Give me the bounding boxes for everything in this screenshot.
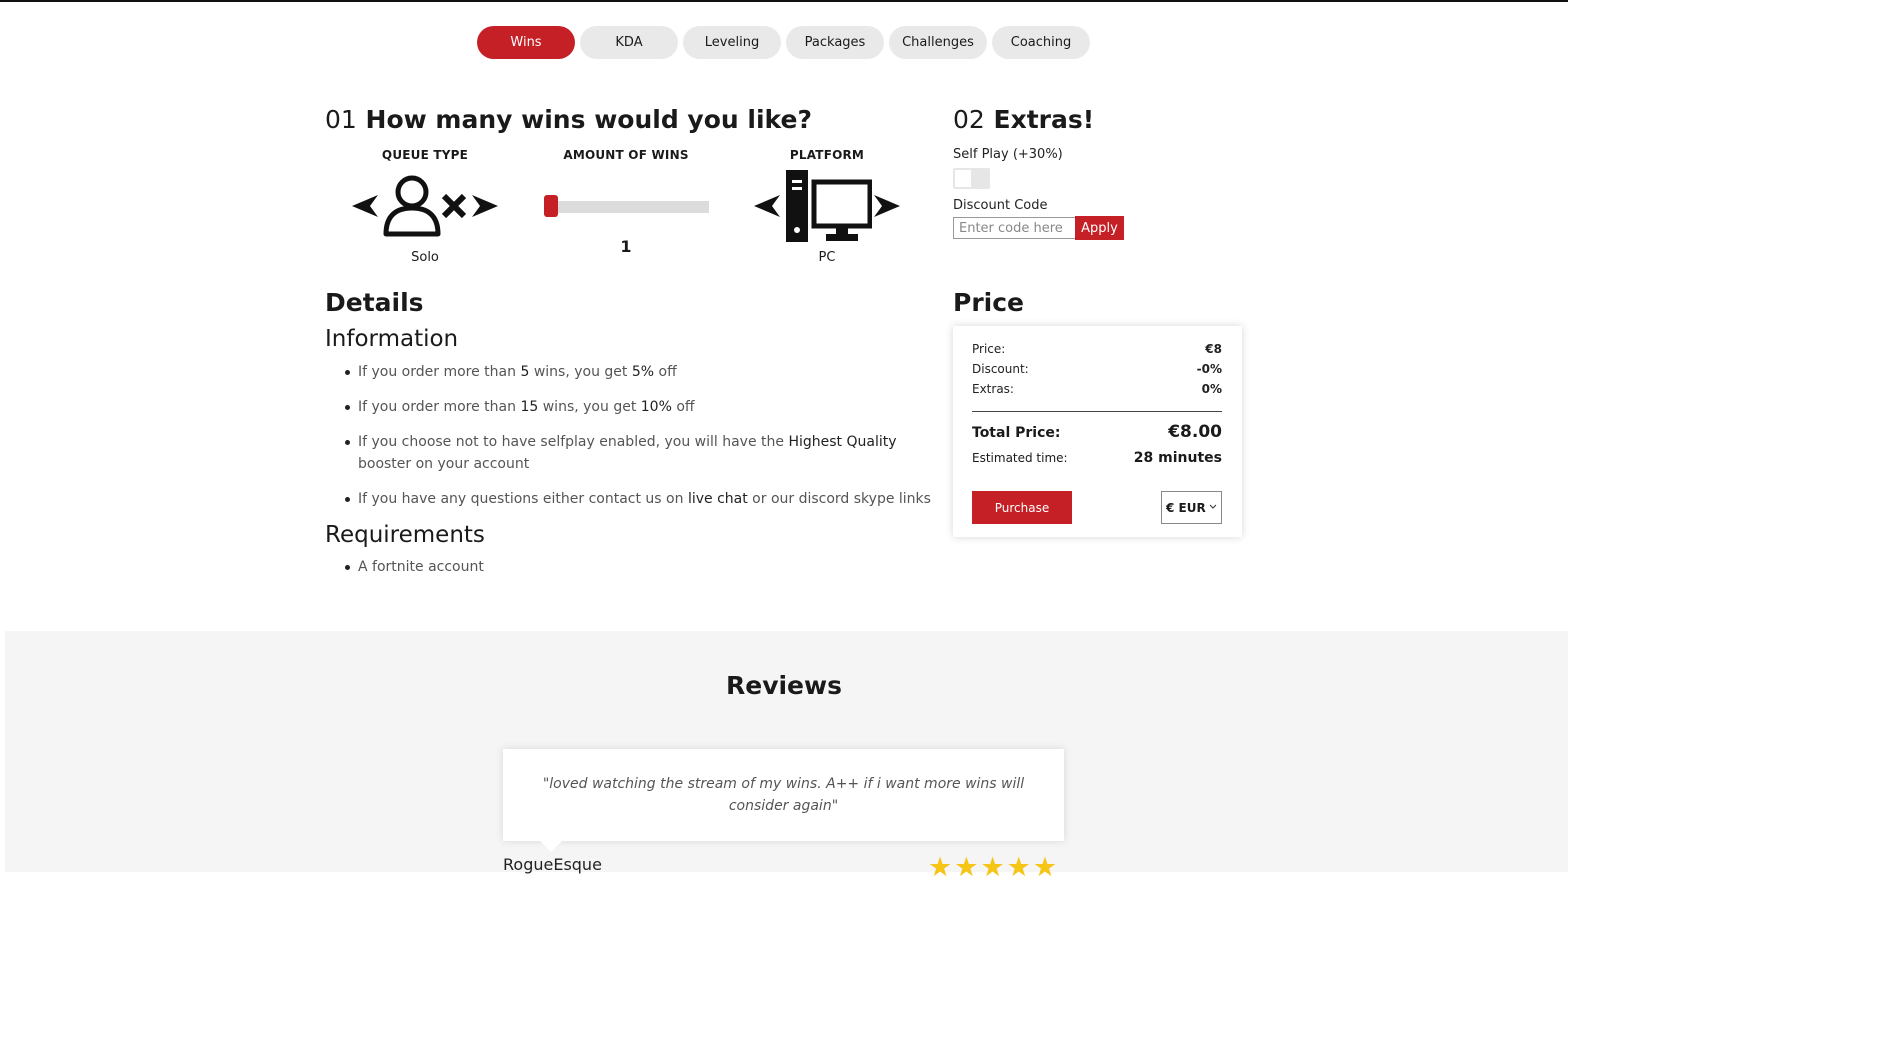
list-item: If you order more than 5 wins, you get 5… xyxy=(343,361,933,383)
step2-title: Extras! xyxy=(993,105,1095,134)
review-rating: ★ ★ ★ ★ ★ xyxy=(928,854,1057,881)
tab-leveling[interactable]: Leveling xyxy=(683,26,781,59)
purchase-button[interactable]: Purchase xyxy=(972,491,1072,524)
star-icon: ★ xyxy=(928,852,953,883)
step2-heading: 02 Extras! xyxy=(953,105,1094,134)
information-heading: Information xyxy=(325,326,459,352)
price-divider xyxy=(972,411,1222,412)
star-icon: ★ xyxy=(980,852,1005,883)
top-border xyxy=(0,0,1568,2)
wins-amount-value: 1 xyxy=(620,237,632,256)
wins-slider-handle[interactable] xyxy=(544,195,558,217)
step1-number: 01 xyxy=(325,105,357,134)
requirements-heading: Requirements xyxy=(325,522,485,548)
reviewer-name: RogueEsque xyxy=(503,855,602,874)
price-row: Price: €8 xyxy=(972,342,1222,356)
platform-label: PLATFORM xyxy=(789,148,865,162)
chevron-down-icon xyxy=(1209,504,1217,509)
queue-type-value: Solo xyxy=(411,250,439,265)
review-card: "loved watching the stream of my wins. A… xyxy=(503,749,1064,852)
step2-number: 02 xyxy=(953,105,985,134)
step1-heading: 01 How many wins would you like? xyxy=(325,105,812,134)
discount-row: Discount: -0% xyxy=(972,362,1222,376)
tab-challenges[interactable]: Challenges xyxy=(889,26,987,59)
reviews-heading: Reviews xyxy=(725,671,842,700)
service-tabs: Wins KDA Leveling Packages Challenges Co… xyxy=(477,26,1090,59)
amount-of-wins-label: AMOUNT OF WINS xyxy=(563,148,689,162)
list-item: If you choose not to have selfplay enabl… xyxy=(343,431,933,475)
tab-coaching[interactable]: Coaching xyxy=(992,26,1090,59)
queue-prev-arrow-icon[interactable] xyxy=(352,193,378,219)
currency-select[interactable]: € EUR xyxy=(1161,491,1222,524)
pc-icon xyxy=(786,170,872,242)
star-icon: ★ xyxy=(1032,852,1058,883)
tab-packages[interactable]: Packages xyxy=(786,26,884,59)
list-item: A fortnite account xyxy=(343,556,484,578)
list-item: If you have any questions either contact… xyxy=(343,488,933,510)
apply-discount-button[interactable]: Apply xyxy=(1075,216,1124,240)
self-play-label: Self Play (+30%) xyxy=(953,147,1063,162)
toggle-knob xyxy=(955,170,971,187)
discount-code-input[interactable] xyxy=(953,217,1075,239)
currency-value: € EUR xyxy=(1166,500,1206,515)
total-price-row: Total Price: €8.00 xyxy=(972,422,1222,442)
tab-wins[interactable]: Wins xyxy=(477,26,575,59)
self-play-toggle[interactable] xyxy=(953,168,990,189)
platform-value: PC xyxy=(818,250,836,265)
estimated-time-row: Estimated time: 28 minutes xyxy=(972,450,1222,466)
price-heading: Price xyxy=(953,288,1024,317)
price-card: Price: €8 Discount: -0% Extras: 0% Total Pr… xyxy=(953,326,1242,537)
star-icon: ★ xyxy=(954,852,979,883)
platform-prev-arrow-icon[interactable] xyxy=(754,193,780,219)
step1-title: How many wins would you like? xyxy=(365,105,812,134)
star-icon: ★ xyxy=(1006,852,1031,883)
tab-kda[interactable]: KDA xyxy=(580,26,678,59)
list-item: If you order more than 15 wins, you get … xyxy=(343,396,933,418)
solo-player-icon xyxy=(383,175,467,237)
wins-slider-track[interactable] xyxy=(549,201,709,213)
requirements-list: A fortnite account xyxy=(343,556,484,578)
live-chat-link[interactable]: live chat xyxy=(688,491,748,507)
queue-next-arrow-icon[interactable] xyxy=(472,193,498,219)
discount-code-label: Discount Code xyxy=(953,198,1048,213)
information-list: If you order more than 5 wins, you get 5… xyxy=(343,361,933,510)
queue-type-label: QUEUE TYPE xyxy=(381,148,469,162)
details-heading: Details xyxy=(325,288,424,317)
platform-next-arrow-icon[interactable] xyxy=(874,193,900,219)
extras-row: Extras: 0% xyxy=(972,382,1222,396)
review-text: "loved watching the stream of my wins. A… xyxy=(542,776,1025,814)
